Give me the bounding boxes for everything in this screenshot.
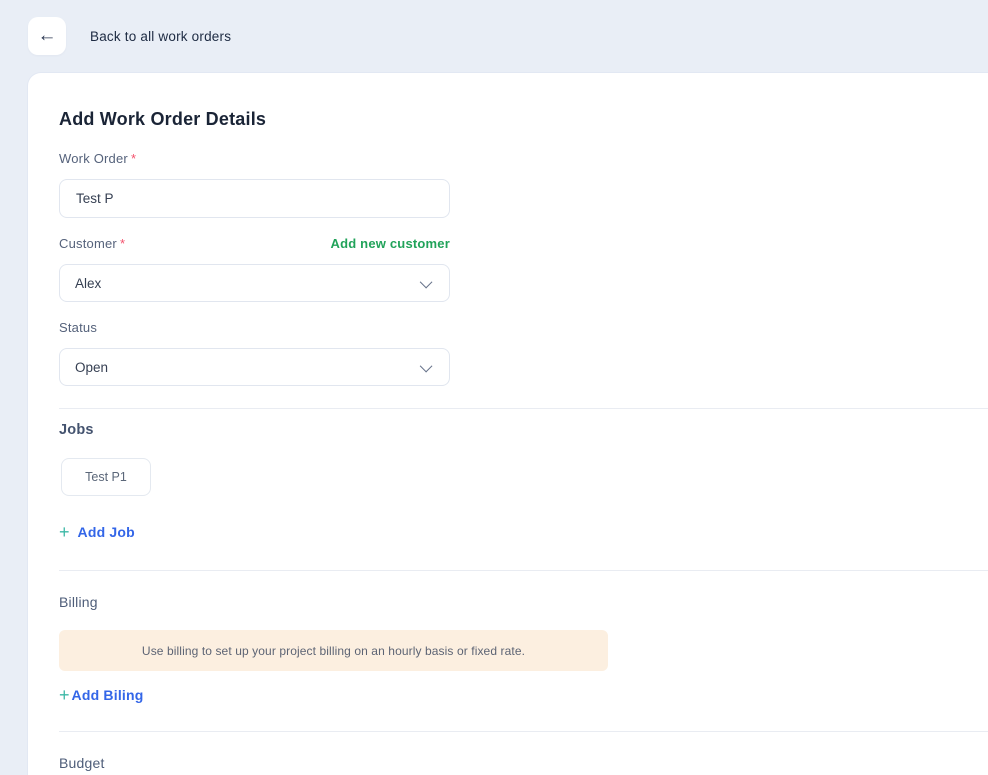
page-title: Add Work Order Details [59, 109, 988, 130]
jobs-section-title: Jobs [59, 422, 988, 438]
work-order-card: Add Work Order Details Work Order* Custo… [27, 72, 988, 775]
customer-select[interactable]: Alex [59, 264, 450, 302]
status-select[interactable]: Open [59, 348, 450, 386]
back-button[interactable]: ← [28, 17, 66, 55]
chevron-down-icon [420, 359, 433, 372]
billing-section-title: Billing [59, 594, 988, 610]
add-job-label: Add Job [78, 524, 135, 540]
status-select-value: Open [75, 360, 108, 375]
add-new-customer-link[interactable]: Add new customer [331, 236, 451, 251]
chevron-down-icon [420, 275, 433, 288]
job-chip[interactable]: Test P1 [61, 458, 151, 496]
customer-select-value: Alex [75, 276, 101, 291]
required-asterisk: * [131, 151, 136, 166]
topbar: ← Back to all work orders [0, 0, 988, 72]
budget-section-title: Budget [59, 755, 988, 771]
back-label: Back to all work orders [90, 29, 231, 44]
add-billing-label: Add Biling [72, 687, 144, 703]
plus-icon: + [59, 523, 70, 541]
back-arrow-icon: ← [38, 25, 57, 47]
customer-label: Customer* [59, 236, 125, 251]
divider [59, 570, 988, 571]
billing-notice: Use billing to set up your project billi… [59, 630, 608, 671]
status-label: Status [59, 320, 988, 335]
plus-icon: + [59, 686, 70, 704]
divider [59, 731, 988, 732]
divider [59, 408, 988, 409]
add-billing-link[interactable]: + Add Biling [59, 686, 144, 704]
work-order-label: Work Order* [59, 151, 988, 166]
add-job-link[interactable]: + Add Job [59, 523, 135, 541]
customer-label-row: Customer* Add new customer [59, 236, 450, 251]
work-order-input[interactable] [59, 179, 450, 218]
required-asterisk: * [120, 236, 125, 251]
